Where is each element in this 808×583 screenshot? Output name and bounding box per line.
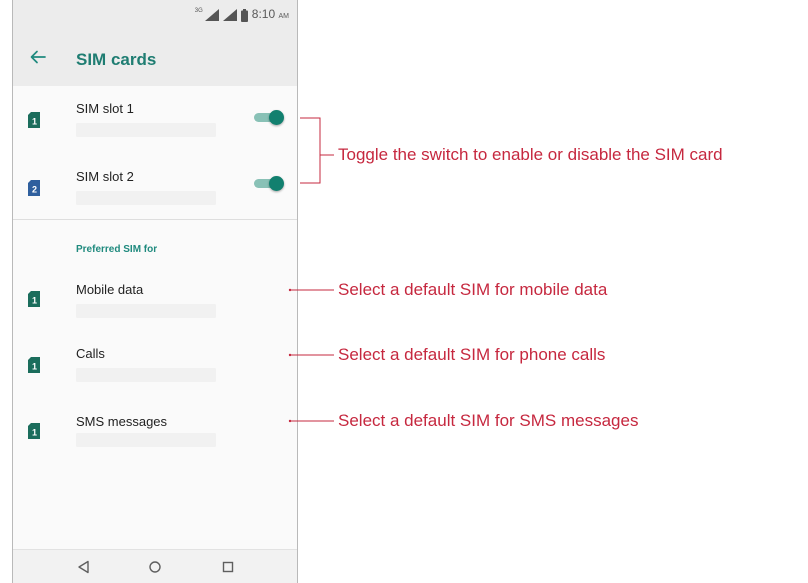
signal-icon — [204, 9, 219, 21]
sim-slot-1-row[interactable]: 1 SIM slot 1 — [13, 86, 297, 152]
phone-screen: 3G 8:10 AM SIM cards 1 SIM slot 1 2 SIM … — [12, 0, 298, 583]
calls-callout: Select a default SIM for phone calls — [338, 345, 606, 364]
sim-slot-2-row[interactable]: 2 SIM slot 2 — [13, 152, 297, 218]
svg-text:1: 1 — [32, 117, 37, 127]
circle-home-icon[interactable] — [147, 559, 163, 575]
sim-card-icon: 1 — [28, 357, 40, 373]
sim-card-icon: 1 — [28, 423, 40, 439]
app-toolbar: SIM cards — [13, 30, 297, 86]
preferred-sim-header: Preferred SIM for — [76, 244, 158, 255]
mobile-data-callout: Select a default SIM for mobile data — [338, 280, 608, 299]
mobile-data-label: Mobile data — [76, 282, 144, 297]
mobile-data-summary — [76, 304, 216, 318]
calls-label: Calls — [76, 346, 105, 361]
svg-text:1: 1 — [32, 428, 37, 438]
sim-card-icon: 1 — [28, 112, 40, 128]
network-type: 3G — [194, 8, 203, 14]
toggle-thumb — [269, 176, 284, 191]
sms-callout: Select a default SIM for SMS messages — [338, 411, 639, 430]
navigation-bar — [13, 549, 297, 583]
status-icons: 3G 8:10 AM — [194, 6, 289, 22]
sim-slot-1-label: SIM slot 1 — [76, 101, 134, 116]
square-recents-icon[interactable] — [220, 559, 236, 575]
signal-icon — [222, 9, 237, 21]
triangle-back-icon[interactable] — [76, 559, 92, 575]
sim-slot-1-summary — [76, 123, 216, 137]
battery-icon — [240, 8, 248, 22]
preferred-calls-row[interactable]: 1 Calls — [13, 330, 297, 394]
preferred-sms-row[interactable]: 1 SMS messages — [13, 396, 297, 460]
calls-summary — [76, 368, 216, 382]
toggle-thumb — [269, 110, 284, 125]
sim-slot-2-label: SIM slot 2 — [76, 169, 134, 184]
sms-messages-summary — [76, 433, 216, 447]
toggle-callout: Toggle the switch to enable or disable t… — [338, 145, 723, 164]
sim-slot-1-toggle[interactable] — [252, 110, 284, 125]
preferred-mobile-data-row[interactable]: 1 Mobile data — [13, 265, 297, 329]
sim-slot-2-summary — [76, 191, 216, 205]
sim-slot-2-toggle[interactable] — [252, 176, 284, 191]
section-divider — [13, 219, 297, 220]
svg-text:1: 1 — [32, 296, 37, 306]
sim-card-icon: 1 — [28, 291, 40, 307]
sim-card-icon: 2 — [28, 180, 40, 196]
sms-messages-label: SMS messages — [76, 414, 168, 429]
page-title: SIM cards — [76, 50, 157, 69]
svg-text:2: 2 — [32, 185, 37, 195]
toggle-callout-bracket — [300, 117, 321, 184]
status-time: 8:10 AM — [251, 6, 289, 21]
svg-text:1: 1 — [32, 362, 37, 372]
status-bar: 3G 8:10 AM — [13, 0, 297, 30]
arrow-left-icon[interactable] — [29, 48, 47, 66]
